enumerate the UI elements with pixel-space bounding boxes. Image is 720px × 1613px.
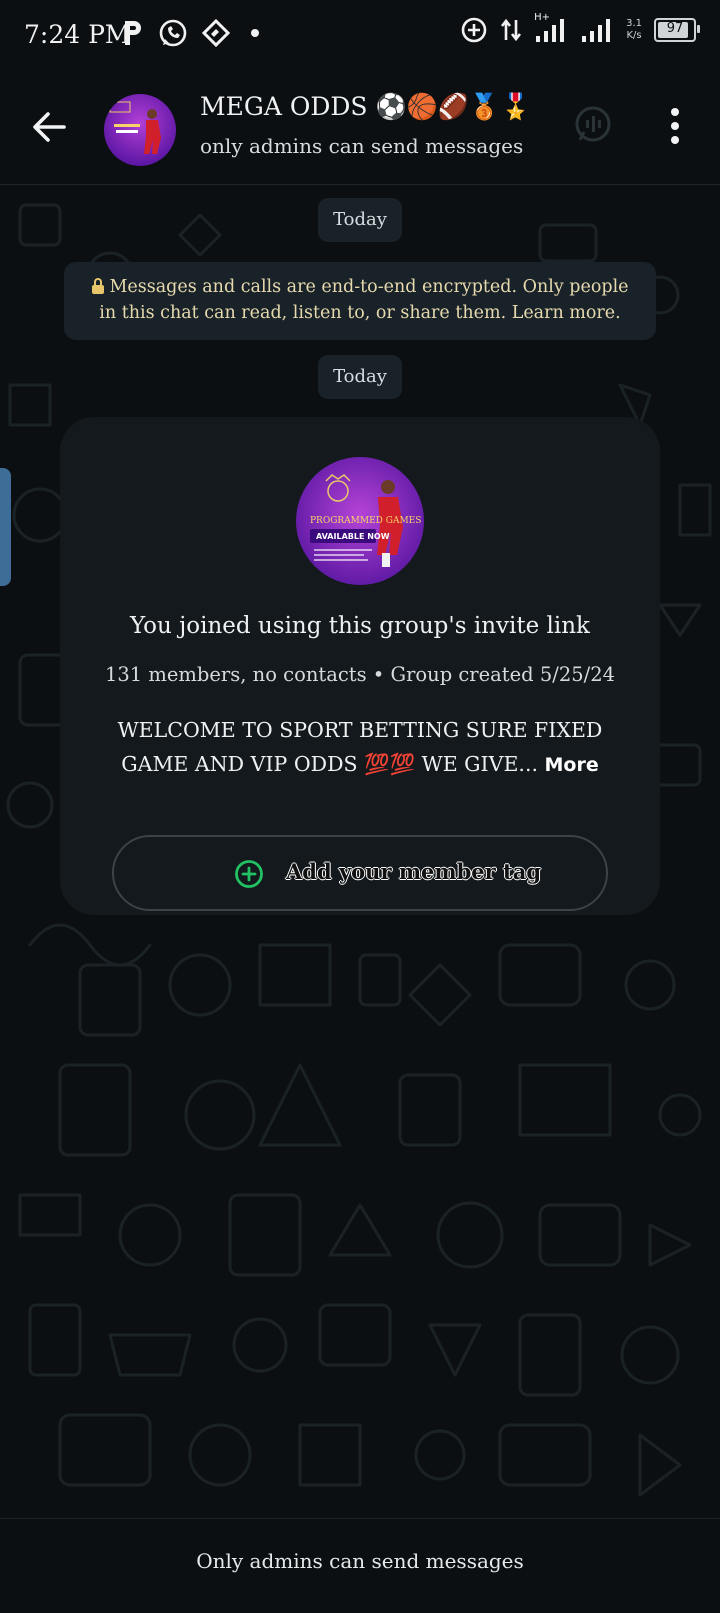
lock-icon xyxy=(92,278,105,294)
group-name[interactable]: MEGA ODDS ⚽🏀🏈🥉🎖️ xyxy=(200,92,531,122)
group-meta: 131 members, no contacts • Group created… xyxy=(104,663,616,686)
date-chip: Today xyxy=(318,198,402,242)
group-subtitle: only admins can send messages xyxy=(200,134,524,158)
status-bar: 7:24 PM H+ 3.1 K/s 97 xyxy=(0,0,720,74)
group-photo[interactable]: PROGRAMMED GAMES AVAILABLE NOW xyxy=(296,457,424,585)
joined-notice: You joined using this group's invite lin… xyxy=(130,613,590,639)
more-link[interactable]: More xyxy=(545,754,599,776)
side-edge-tab[interactable] xyxy=(0,468,11,586)
svg-text:AVAILABLE NOW: AVAILABLE NOW xyxy=(316,532,390,541)
description-line: WELCOME TO SPORT BETTING SURE FIXED xyxy=(117,718,603,742)
group-description: WELCOME TO SPORT BETTING SURE FIXED GAME… xyxy=(110,713,610,782)
network-type: H+ xyxy=(534,12,550,23)
call-icon[interactable] xyxy=(570,102,616,148)
add-circle-icon xyxy=(235,860,263,888)
chat-area[interactable]: Today Messages and calls are end-to-end … xyxy=(0,185,720,1517)
chat-header: MEGA ODDS ⚽🏀🏈🥉🎖️ only admins can send me… xyxy=(0,74,720,185)
dot-icon xyxy=(251,29,259,37)
whatsapp-icon xyxy=(159,19,187,47)
back-arrow-icon[interactable] xyxy=(26,104,72,150)
group-avatar[interactable] xyxy=(104,94,176,166)
svg-text:PROGRAMMED GAMES: PROGRAMMED GAMES xyxy=(310,516,421,526)
encryption-text: Messages and calls are end-to-end encryp… xyxy=(99,277,629,323)
signal-icon xyxy=(582,19,611,42)
description-line: GAME AND VIP ODDS 💯💯 WE GIVE... More xyxy=(121,752,599,776)
status-time: 7:24 PM xyxy=(24,20,131,49)
data-transfer-icon xyxy=(501,18,522,42)
data-saver-icon xyxy=(461,17,487,43)
bottom-bar: Only admins can send messages xyxy=(0,1518,720,1613)
network-speed: 3.1 K/s xyxy=(626,18,642,41)
system-icons: H+ 3.1 K/s 97 xyxy=(460,12,700,44)
add-member-tag-label: Add your member tag xyxy=(286,859,542,884)
battery-icon: 97 xyxy=(654,18,700,42)
add-member-tag-button[interactable]: Add your member tag xyxy=(112,835,608,911)
group-info-card: PROGRAMMED GAMES AVAILABLE NOW You joine… xyxy=(60,417,660,915)
date-chip: Today xyxy=(318,355,402,399)
battery-level: 97 xyxy=(666,21,684,36)
parking-p-icon xyxy=(125,21,141,45)
more-vert-icon[interactable] xyxy=(664,106,686,146)
app-icon xyxy=(202,19,230,47)
admins-only-notice: Only admins can send messages xyxy=(196,1549,524,1573)
notification-icons xyxy=(122,18,266,48)
signal-icon: H+ xyxy=(534,12,568,44)
encryption-notice[interactable]: Messages and calls are end-to-end encryp… xyxy=(64,262,656,340)
